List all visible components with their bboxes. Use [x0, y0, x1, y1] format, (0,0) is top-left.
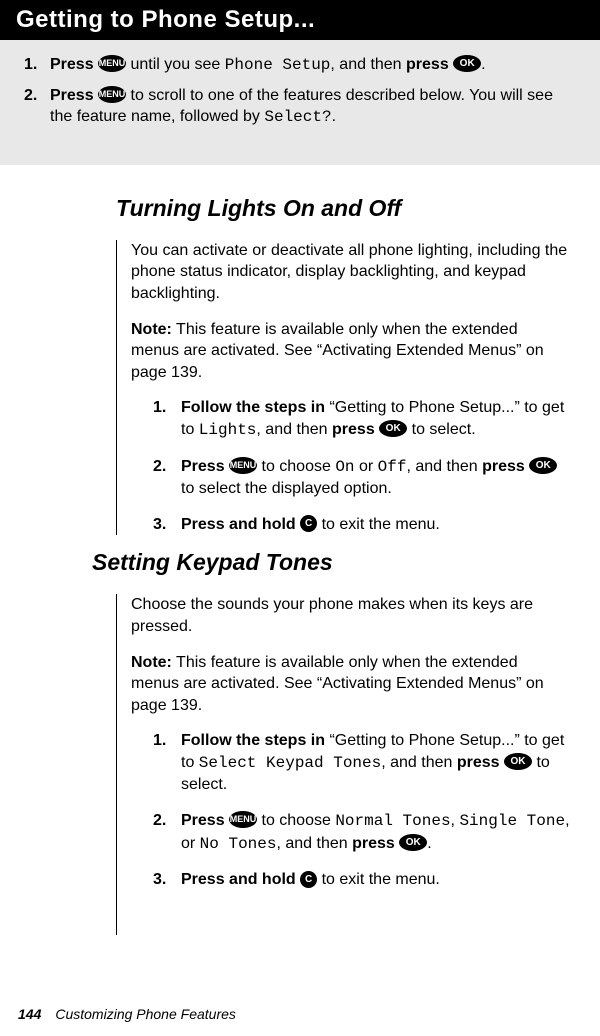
step-text: Follow the steps in “Getting to Phone Se… — [181, 397, 570, 441]
step-2: 2. Press MENU to choose On or Off, and t… — [153, 456, 570, 500]
lcd-text: Normal Tones — [335, 812, 450, 830]
c-icon: C — [300, 871, 317, 888]
text: , and then — [381, 754, 457, 771]
press-label: Press — [50, 56, 98, 73]
step-3: 3. Press and hold C to exit the menu. — [153, 869, 570, 891]
step-1: 1. Follow the steps in “Getting to Phone… — [153, 397, 570, 441]
menu-icon: MENU — [98, 55, 126, 72]
note-text: This feature is available only when the … — [131, 321, 544, 381]
text: to select. — [407, 421, 475, 438]
grey-step-1: 1. Press MENU until you see Phone Setup,… — [24, 54, 576, 77]
bold-text: Follow the steps in — [181, 399, 329, 416]
section-title-keypad-tones: Setting Keypad Tones — [92, 549, 570, 576]
grey-step-2: 2. Press MENU to scroll to one of the fe… — [24, 85, 576, 129]
step-text: Follow the steps in “Getting to Phone Se… — [181, 730, 570, 796]
lcd-text: Phone Setup — [225, 56, 331, 74]
page-footer: 144 Customizing Phone Features — [18, 1006, 236, 1022]
text: , and then — [330, 56, 406, 73]
heading-bar: Getting to Phone Setup... — [0, 0, 600, 40]
step-1: 1. Follow the steps in “Getting to Phone… — [153, 730, 570, 796]
step-number: 2. — [153, 456, 181, 500]
intro-paragraph: Choose the sounds your phone makes when … — [131, 594, 570, 637]
lcd-text: Single Tone — [459, 812, 565, 830]
text: , and then — [406, 458, 482, 475]
text: . — [427, 835, 431, 852]
note-label: Note: — [131, 654, 172, 671]
text: to exit the menu. — [317, 871, 440, 888]
ok-icon: OK — [399, 834, 427, 851]
step-text: Press and hold C to exit the menu. — [181, 514, 570, 536]
footer-title: Customizing Phone Features — [55, 1006, 236, 1022]
press-label: press — [406, 56, 453, 73]
menu-icon: MENU — [229, 457, 257, 474]
lcd-text: Off — [378, 458, 407, 476]
note-text: This feature is available only when the … — [131, 654, 544, 714]
press-label: press — [482, 458, 529, 475]
press-label: Press — [181, 812, 229, 829]
section-title-lights: Turning Lights On and Off — [116, 195, 570, 222]
section-body-keypad-tones: Choose the sounds your phone makes when … — [116, 594, 570, 935]
text: , and then — [256, 421, 332, 438]
step-text: Press MENU to scroll to one of the featu… — [50, 85, 576, 129]
lcd-text: Lights — [199, 421, 257, 439]
bold-text: Press and hold — [181, 516, 300, 533]
text: , and then — [276, 835, 352, 852]
step-number: 3. — [153, 514, 181, 536]
text: to choose — [257, 458, 335, 475]
note-label: Note: — [131, 321, 172, 338]
menu-icon: MENU — [229, 811, 257, 828]
ok-icon: OK — [504, 753, 532, 770]
note-paragraph: Note: This feature is available only whe… — [131, 319, 570, 384]
text: . — [332, 108, 336, 125]
menu-icon: MENU — [98, 86, 126, 103]
text: or — [355, 458, 378, 475]
step-number: 1. — [24, 54, 50, 77]
section-body-lights: You can activate or deactivate all phone… — [116, 240, 570, 536]
step-2: 2. Press MENU to choose Normal Tones, Si… — [153, 810, 570, 855]
press-label: Press — [50, 87, 98, 104]
ok-icon: OK — [453, 55, 481, 72]
step-text: Press and hold C to exit the menu. — [181, 869, 570, 891]
step-text: Press MENU until you see Phone Setup, an… — [50, 54, 576, 77]
ok-icon: OK — [379, 420, 407, 437]
c-icon: C — [300, 515, 317, 532]
step-text: Press MENU to choose On or Off, and then… — [181, 456, 570, 500]
text: . — [481, 56, 485, 73]
ok-icon: OK — [529, 457, 557, 474]
lcd-text: Select Keypad Tones — [199, 754, 381, 772]
bold-text: Follow the steps in — [181, 732, 329, 749]
text: to exit the menu. — [317, 516, 440, 533]
step-number: 2. — [153, 810, 181, 855]
step-number: 3. — [153, 869, 181, 891]
step-number: 2. — [24, 85, 50, 129]
press-label: press — [332, 421, 379, 438]
step-number: 1. — [153, 397, 181, 441]
lcd-text: Select? — [264, 108, 331, 126]
main-content: Turning Lights On and Off You can activa… — [0, 165, 600, 935]
press-label: Press — [181, 458, 229, 475]
press-label: press — [352, 835, 399, 852]
page-number: 144 — [18, 1006, 41, 1022]
text: until you see — [126, 56, 225, 73]
text: to choose — [257, 812, 335, 829]
step-3: 3. Press and hold C to exit the menu. — [153, 514, 570, 536]
text: to select the displayed option. — [181, 480, 392, 497]
step-number: 1. — [153, 730, 181, 796]
lcd-text: No Tones — [200, 835, 277, 853]
step-text: Press MENU to choose Normal Tones, Singl… — [181, 810, 570, 855]
intro-paragraph: You can activate or deactivate all phone… — [131, 240, 570, 305]
bold-text: Press and hold — [181, 871, 300, 888]
press-label: press — [457, 754, 504, 771]
lcd-text: On — [335, 458, 354, 476]
grey-instructions-box: 1. Press MENU until you see Phone Setup,… — [0, 40, 600, 165]
note-paragraph: Note: This feature is available only whe… — [131, 652, 570, 717]
